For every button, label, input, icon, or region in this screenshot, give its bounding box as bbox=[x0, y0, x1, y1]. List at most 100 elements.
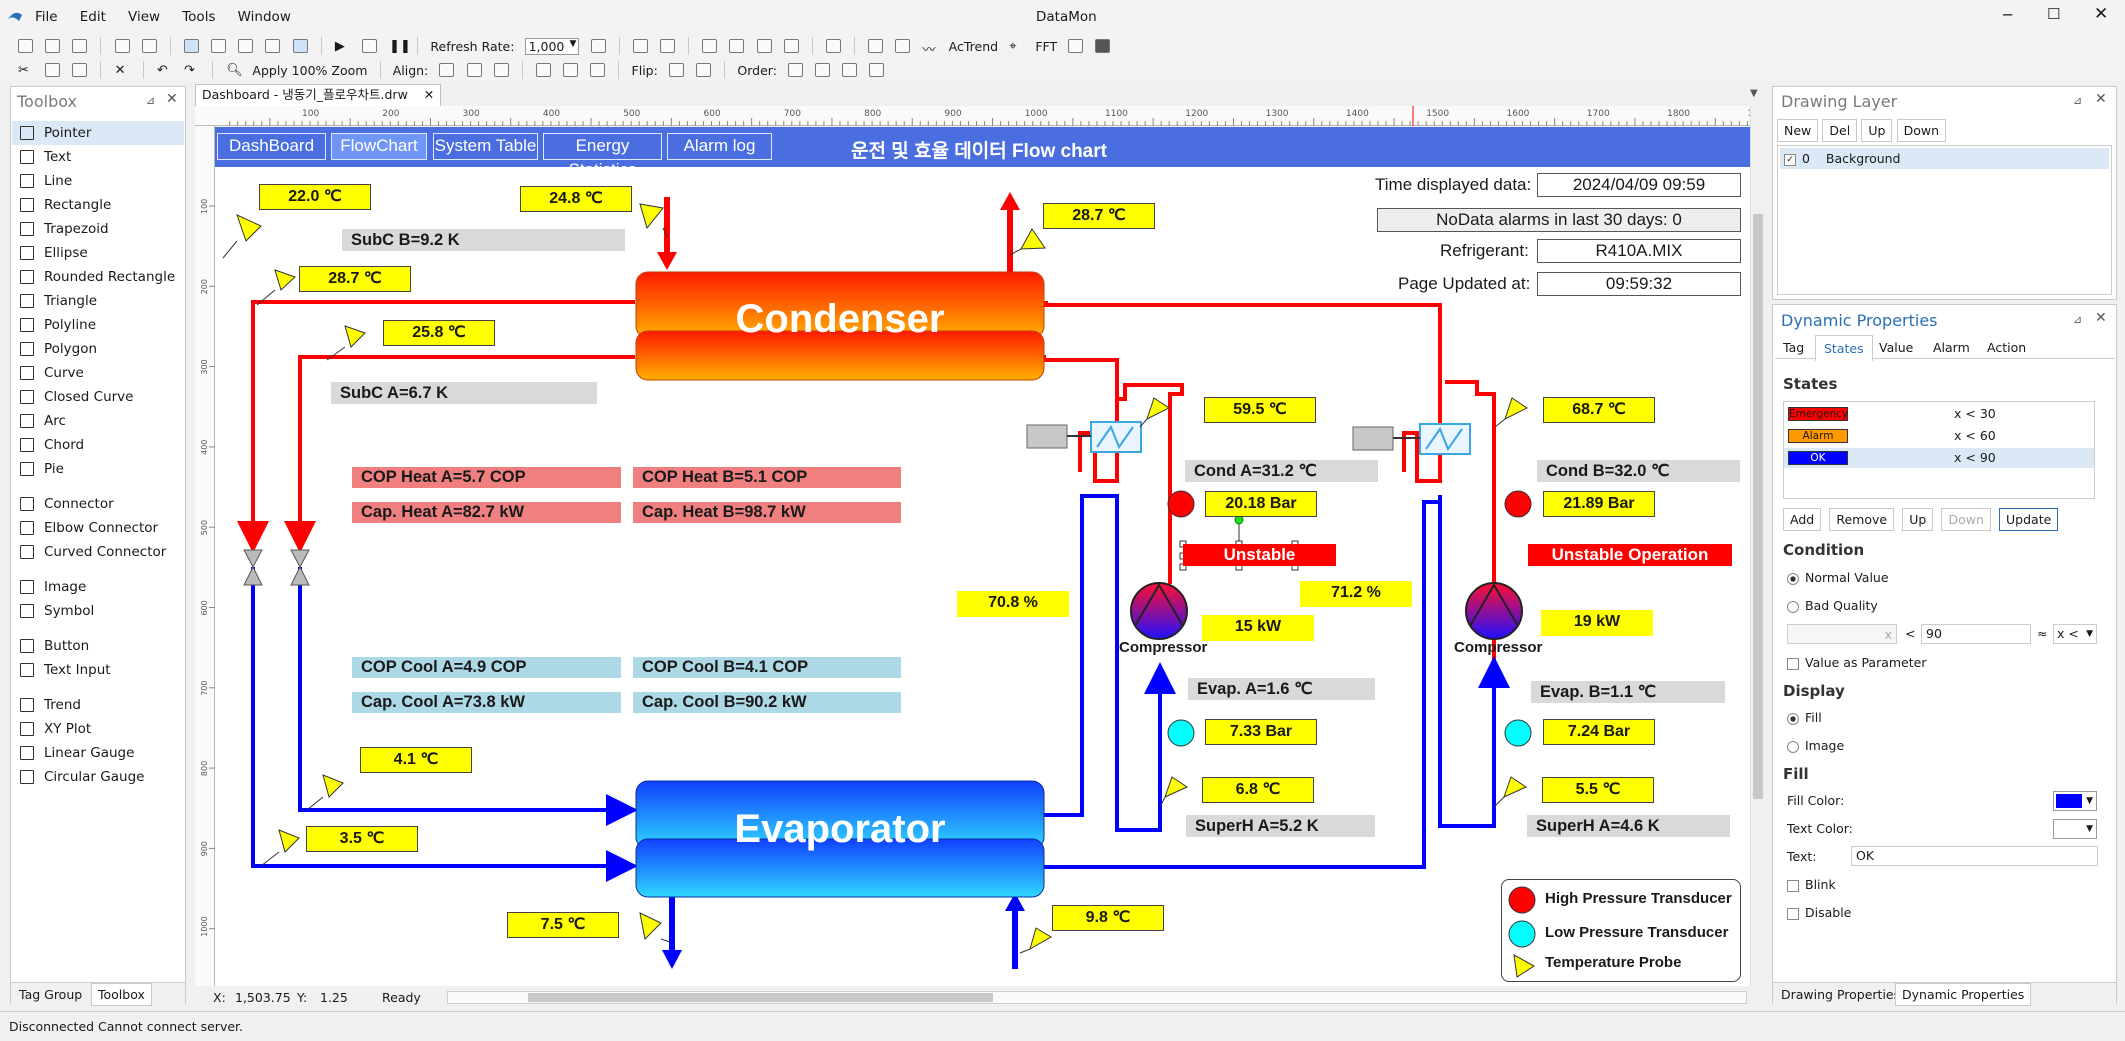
tool-text[interactable]: Text bbox=[12, 145, 184, 169]
tool-elbow-connector[interactable]: Elbow Connector bbox=[12, 516, 184, 540]
align-left-icon[interactable] bbox=[439, 63, 455, 77]
tab-states[interactable]: States bbox=[1815, 335, 1873, 361]
tool-line[interactable]: Line bbox=[12, 169, 184, 193]
vertical-scroll-thumb[interactable] bbox=[1753, 214, 1763, 799]
menu-window[interactable]: Window bbox=[238, 9, 291, 25]
apply-zoom-button[interactable]: Apply 100% Zoom bbox=[252, 63, 367, 78]
pause-icon[interactable]: ❚❚ bbox=[389, 39, 411, 54]
snap-icon[interactable] bbox=[238, 39, 254, 53]
redo-icon[interactable]: ↷ bbox=[184, 63, 199, 78]
tool-closed-curve[interactable]: Closed Curve bbox=[12, 385, 184, 409]
layer-item[interactable]: ✓ 0 Background bbox=[1780, 148, 2109, 169]
tool-trend[interactable]: Trend bbox=[12, 693, 184, 717]
close-panel-icon[interactable]: ✕ bbox=[2095, 91, 2107, 107]
script-icon[interactable] bbox=[825, 39, 841, 53]
tool-chord[interactable]: Chord bbox=[12, 433, 184, 457]
tool-arc[interactable]: Arc bbox=[12, 409, 184, 433]
align-top-icon[interactable] bbox=[535, 63, 551, 77]
fft-button[interactable]: FFT bbox=[1035, 39, 1057, 54]
tool-button[interactable]: Button bbox=[12, 634, 184, 658]
unlink-icon[interactable] bbox=[659, 39, 675, 53]
menu-file[interactable]: File bbox=[35, 9, 58, 25]
tab-drawing-properties[interactable]: Drawing Properties bbox=[1775, 984, 1906, 1005]
pin-icon[interactable]: ⊿ bbox=[2073, 94, 2082, 107]
tab-alarm[interactable]: Alarm bbox=[1933, 340, 1970, 355]
document-tab[interactable]: Dashboard - 냉동기_플로우차트.drw ✕ bbox=[195, 84, 442, 106]
delete-icon[interactable]: ✕ bbox=[115, 63, 130, 78]
refresh-icon[interactable] bbox=[141, 39, 157, 53]
fill-radio[interactable]: Fill bbox=[1787, 710, 1822, 725]
state-down-button[interactable]: Down bbox=[1941, 508, 1991, 531]
zoom-icon[interactable]: 🔍︎ bbox=[226, 63, 243, 78]
normal-value-radio[interactable]: Normal Value bbox=[1787, 570, 1889, 585]
vertical-scrollbar[interactable] bbox=[1750, 106, 1765, 986]
send-back-icon[interactable] bbox=[869, 63, 885, 77]
tab-dynamic-properties[interactable]: Dynamic Properties bbox=[1895, 983, 2032, 1006]
tab-toolbox[interactable]: Toolbox bbox=[91, 983, 152, 1006]
bring-front-icon[interactable] bbox=[788, 63, 804, 77]
state-add-button[interactable]: Add bbox=[1783, 508, 1822, 531]
condition-tag-input[interactable]: x bbox=[1787, 624, 1897, 644]
paste-icon[interactable] bbox=[72, 63, 88, 77]
state-row[interactable]: Alarm x < 60 bbox=[1784, 426, 2094, 446]
image-radio[interactable]: Image bbox=[1787, 738, 1844, 753]
minimize-button[interactable]: ─ bbox=[2003, 6, 2012, 24]
tab-tag[interactable]: Tag bbox=[1783, 340, 1804, 355]
undo-icon[interactable]: ↶ bbox=[157, 63, 172, 78]
special-icon[interactable] bbox=[1095, 39, 1111, 53]
tool-polyline[interactable]: Polyline bbox=[12, 313, 184, 337]
flip-vertical-icon[interactable] bbox=[696, 63, 712, 77]
bring-forward-icon[interactable] bbox=[815, 63, 831, 77]
layer-new-button[interactable]: New bbox=[1777, 119, 1819, 142]
close-window-button[interactable]: ✕ bbox=[2094, 4, 2108, 24]
align-right-icon[interactable] bbox=[493, 63, 509, 77]
fft-icon[interactable]: ⌖ bbox=[1009, 39, 1024, 54]
tool-triangle[interactable]: Triangle bbox=[12, 289, 184, 313]
layer-del-button[interactable]: Del bbox=[1822, 119, 1858, 142]
disable-checkbox[interactable]: Disable bbox=[1787, 905, 1851, 920]
condition-variable-select[interactable]: x < ▼ bbox=[2053, 624, 2097, 644]
pin-icon[interactable]: ⊿ bbox=[146, 94, 155, 107]
menu-edit[interactable]: Edit bbox=[80, 9, 106, 25]
tool-trapezoid[interactable]: Trapezoid bbox=[12, 217, 184, 241]
tool-xy-plot[interactable]: XY Plot bbox=[12, 717, 184, 741]
tool-pie[interactable]: Pie bbox=[12, 457, 184, 481]
send-backward-icon[interactable] bbox=[842, 63, 858, 77]
cut-shape-icon[interactable] bbox=[114, 39, 130, 53]
tool-text-input[interactable]: Text Input bbox=[12, 658, 184, 682]
add-icon[interactable] bbox=[1068, 39, 1084, 53]
apply-check-icon[interactable] bbox=[590, 39, 606, 53]
close-tab-icon[interactable]: ✕ bbox=[424, 87, 434, 102]
state-update-button[interactable]: Update bbox=[1999, 508, 2059, 531]
tab-value[interactable]: Value bbox=[1879, 340, 1913, 355]
tool-curve[interactable]: Curve bbox=[12, 361, 184, 385]
edit-mode-icon[interactable] bbox=[292, 39, 308, 53]
tab-tag-group[interactable]: Tag Group bbox=[13, 984, 88, 1005]
menu-tools[interactable]: Tools bbox=[182, 9, 215, 25]
tool-symbol[interactable]: Symbol bbox=[12, 599, 184, 623]
refresh-rate-select[interactable]: 1,000 ▼ bbox=[524, 37, 580, 55]
copy-icon[interactable] bbox=[45, 63, 61, 77]
table-icon[interactable] bbox=[783, 39, 799, 53]
state-text-input[interactable]: OK bbox=[1851, 846, 2098, 866]
bad-quality-radio[interactable]: Bad Quality bbox=[1787, 598, 1878, 613]
chart-icon[interactable] bbox=[895, 39, 911, 53]
align-bottom-icon[interactable] bbox=[590, 63, 606, 77]
pointer-mode-icon[interactable] bbox=[183, 39, 199, 53]
tool-rectangle[interactable]: Rectangle bbox=[12, 193, 184, 217]
horizontal-scroll-thumb[interactable] bbox=[528, 993, 993, 1002]
close-panel-icon[interactable]: ✕ bbox=[166, 91, 178, 107]
lock-icon[interactable] bbox=[702, 39, 718, 53]
layer-up-button[interactable]: Up bbox=[1861, 119, 1893, 142]
actrend-icon[interactable]: 〰 bbox=[923, 39, 938, 58]
flip-horizontal-icon[interactable] bbox=[668, 63, 684, 77]
blink-checkbox[interactable]: Blink bbox=[1787, 877, 1836, 892]
drawing-canvas[interactable]: DashBoard FlowChart System Table Energy … bbox=[215, 127, 1750, 986]
pin-icon[interactable]: ⊿ bbox=[2073, 313, 2082, 326]
state-row[interactable]: Emergency x < 30 bbox=[1784, 404, 2094, 424]
tab-dropdown-icon[interactable]: ▼ bbox=[1750, 88, 1758, 99]
condition-value-input[interactable]: 90 bbox=[1921, 624, 2031, 644]
state-row[interactable]: OK x < 90 bbox=[1784, 448, 2094, 468]
tool-ellipse[interactable]: Ellipse bbox=[12, 241, 184, 265]
tool-polygon[interactable]: Polygon bbox=[12, 337, 184, 361]
